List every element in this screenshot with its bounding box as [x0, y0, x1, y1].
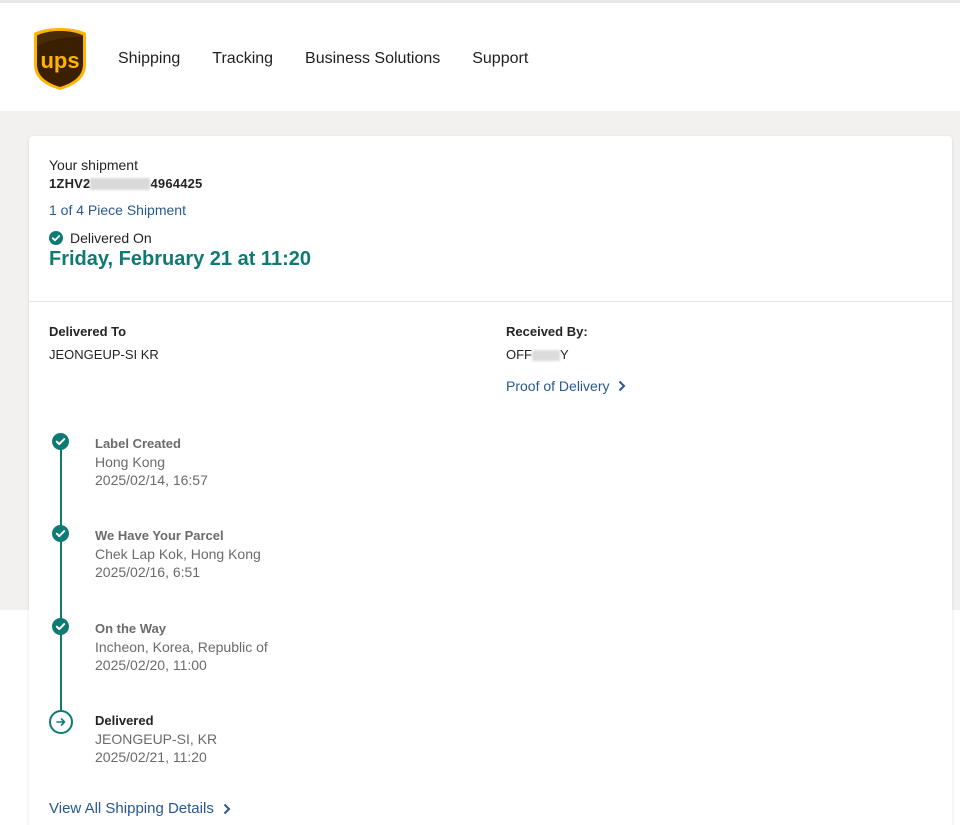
redacted-block: [90, 177, 151, 190]
proof-of-delivery-link[interactable]: Proof of Delivery: [506, 378, 626, 394]
delivered-date: Friday, February 21 at 11:20: [49, 248, 311, 270]
received-by-label: Received By:: [506, 324, 588, 339]
site-header: ups Shipping Tracking Business Solutions…: [0, 3, 960, 111]
received-by-suffix: Y: [560, 347, 569, 362]
tracking-number: 1ZHV2 4964425: [49, 176, 202, 191]
event-title: We Have Your Parcel: [95, 528, 224, 543]
nav-support[interactable]: Support: [472, 49, 528, 69]
event-time: 2025/02/14, 16:57: [95, 472, 208, 488]
delivered-to-value: JEONGEUP-SI KR: [49, 347, 159, 362]
event-time: 2025/02/20, 11:00: [95, 657, 207, 673]
shipment-label: Your shipment: [49, 157, 138, 173]
view-all-label: View All Shipping Details: [49, 800, 214, 817]
ups-logo[interactable]: ups: [32, 26, 88, 92]
nav-shipping[interactable]: Shipping: [118, 49, 180, 69]
delivered-to-label: Delivered To: [49, 324, 127, 339]
event-time: 2025/02/21, 11:20: [95, 749, 207, 765]
main-nav: Shipping Tracking Business Solutions Sup…: [118, 49, 560, 69]
check-circle-icon: [52, 525, 69, 542]
piece-shipment-link[interactable]: 1 of 4 Piece Shipment: [49, 202, 186, 218]
event-location: JEONGEUP-SI, KR: [95, 731, 218, 747]
proof-of-delivery-label: Proof of Delivery: [506, 378, 610, 394]
timeline-event: We Have Your Parcel Chek Lap Kok, Hong K…: [95, 527, 261, 581]
check-circle-icon: [52, 618, 69, 635]
logo-text: ups: [40, 48, 79, 73]
divider: [29, 301, 952, 302]
event-location: Incheon, Korea, Republic of: [95, 639, 268, 655]
event-time: 2025/02/16, 6:51: [95, 564, 201, 580]
redacted-block: [532, 350, 560, 362]
nav-tracking[interactable]: Tracking: [212, 49, 273, 69]
timeline-event-current: Delivered JEONGEUP-SI, KR 2025/02/21, 11…: [95, 712, 217, 766]
tracking-card: Your shipment 1ZHV2 4964425 1 of 4 Piece …: [29, 136, 952, 825]
timeline-line: [60, 441, 62, 713]
check-circle-icon: [52, 433, 69, 450]
nav-business-solutions[interactable]: Business Solutions: [305, 49, 440, 69]
status-label: Delivered On: [70, 230, 152, 246]
event-location: Chek Lap Kok, Hong Kong: [95, 546, 261, 562]
chevron-right-icon: [223, 803, 231, 814]
received-by-prefix: OFF: [506, 347, 532, 362]
event-location: Hong Kong: [95, 454, 166, 470]
event-title: Label Created: [95, 436, 181, 451]
event-title: Delivered: [95, 713, 154, 728]
tracking-number-prefix: 1ZHV2: [49, 176, 91, 191]
received-by-value: OFF Y: [506, 347, 569, 362]
check-circle-icon: [49, 231, 63, 245]
view-all-shipping-details-link[interactable]: View All Shipping Details: [49, 800, 231, 817]
event-title: On the Way: [95, 621, 167, 636]
delivery-status: Delivered On: [49, 230, 152, 246]
timeline-event: Label Created Hong Kong 2025/02/14, 16:5…: [95, 435, 208, 489]
chevron-right-icon: [619, 380, 626, 392]
tracking-number-suffix: 4964425: [150, 176, 203, 191]
arrow-right-circle-icon: [49, 710, 73, 734]
timeline-event: On the Way Incheon, Korea, Republic of 2…: [95, 620, 268, 674]
